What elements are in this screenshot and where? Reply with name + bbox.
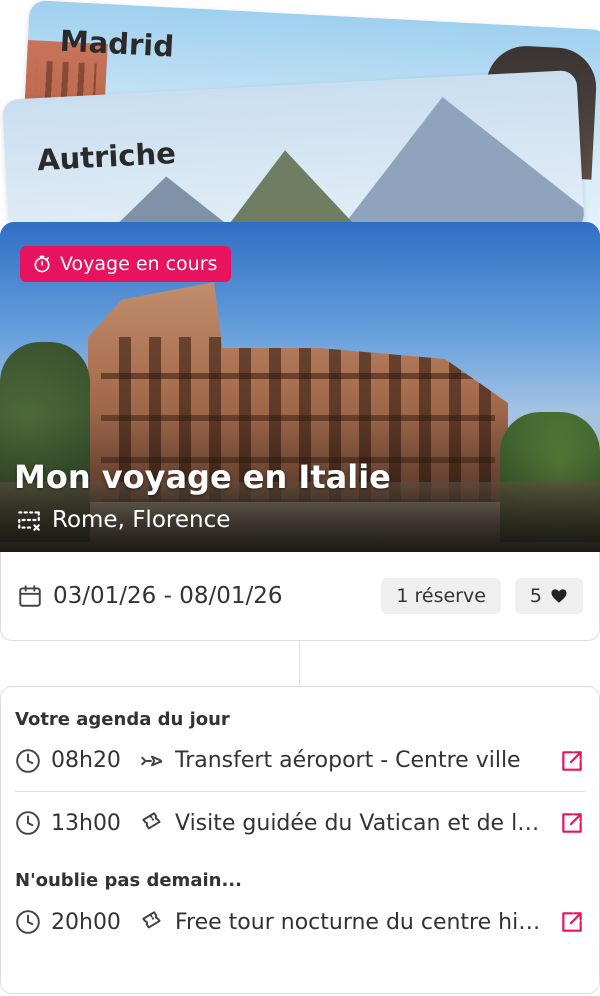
- ticket-icon: [142, 812, 161, 830]
- trip-chips: 1 réserve 5: [381, 578, 583, 614]
- agenda-item-time: 08h20: [51, 748, 121, 773]
- agenda-item[interactable]: 20h00 Free tour nocturne du centre histo…: [15, 891, 585, 953]
- agenda-panel: Votre agenda du jour 08h20 Transfert aér…: [0, 686, 600, 994]
- current-trip-hero[interactable]: Voyage en cours Mon voyage en Italie Rom…: [0, 222, 600, 552]
- heart-icon: [551, 589, 567, 603]
- calendar-icon: [19, 585, 41, 607]
- agenda-today-title: Votre agenda du jour: [15, 709, 230, 730]
- likes-count: 5: [529, 585, 542, 607]
- trip-dates: 03/01/26 - 08/01/26: [17, 583, 283, 609]
- reserve-chip-label: 1 réserve: [396, 585, 486, 607]
- likes-chip[interactable]: 5: [514, 578, 583, 614]
- agenda-item-label: Visite guidée du Vatican et de la chapel…: [175, 810, 547, 836]
- trip-cities-label: Rome, Florence: [52, 507, 231, 533]
- external-link-icon[interactable]: [559, 909, 585, 935]
- external-link-icon[interactable]: [559, 810, 585, 836]
- external-link-icon[interactable]: [559, 748, 585, 774]
- clock-icon: [16, 811, 40, 835]
- agenda-item[interactable]: 08h20 Transfert aéroport - Centre ville: [15, 730, 585, 792]
- agenda-item-time: 20h00: [51, 909, 121, 935]
- connector-line: [299, 641, 300, 686]
- agenda-tomorrow-title: N'oublie pas demain...: [15, 870, 242, 891]
- trip-card-title: Madrid: [59, 23, 175, 64]
- clock-icon: [16, 748, 40, 773]
- route-icon: [18, 511, 40, 531]
- trip-info-bar: 03/01/26 - 08/01/26 1 réserve 5: [0, 552, 600, 641]
- trip-cities: Rome, Florence: [16, 507, 230, 533]
- agenda-item-time: 13h00: [51, 810, 121, 836]
- transfer-icon: [141, 755, 163, 766]
- trip-card-stack: Madrid Autriche: [0, 0, 600, 261]
- agenda-item[interactable]: 13h00 Visite guidée du Vatican et de la …: [15, 792, 585, 854]
- trip-dates-label: 03/01/26 - 08/01/26: [53, 583, 283, 609]
- trip-title: Mon voyage en Italie: [14, 458, 391, 496]
- clock-icon: [16, 910, 40, 934]
- agenda-item-label: Free tour nocturne du centre historique: [175, 909, 547, 935]
- trip-card-title: Autriche: [36, 136, 177, 178]
- trip-status-label: Voyage en cours: [60, 253, 218, 275]
- trip-status-badge: Voyage en cours: [20, 246, 232, 282]
- ticket-icon: [142, 911, 161, 929]
- agenda-item-label: Transfert aéroport - Centre ville: [175, 748, 521, 773]
- timer-icon: [34, 255, 50, 273]
- reserve-chip[interactable]: 1 réserve: [381, 578, 501, 614]
